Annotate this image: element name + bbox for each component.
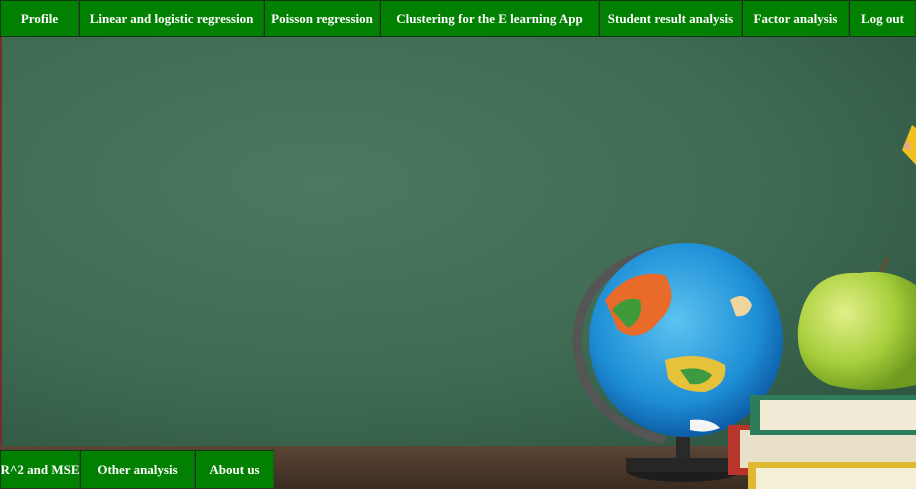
nav-other-analysis[interactable]: Other analysis <box>80 450 195 488</box>
books-stack <box>728 395 916 489</box>
nav-student-result-analysis[interactable]: Student result analysis <box>599 0 742 37</box>
nav-linear-logistic-regression[interactable]: Linear and logistic regression <box>79 0 264 37</box>
top-navigation-bar: Profile Linear and logistic regression P… <box>0 0 916 37</box>
nav-log-out[interactable]: Log out <box>849 0 916 37</box>
bottom-navigation-bar: R^2 and MSE Other analysis About us <box>0 450 274 488</box>
nav-clustering-e-learning[interactable]: Clustering for the E learning App <box>380 0 599 37</box>
chalkboard <box>0 37 916 450</box>
background-image <box>0 37 916 489</box>
nav-factor-analysis[interactable]: Factor analysis <box>742 0 849 37</box>
left-edge-line <box>0 37 2 450</box>
nav-profile[interactable]: Profile <box>0 0 79 37</box>
nav-r2-mse[interactable]: R^2 and MSE <box>0 450 80 488</box>
nav-poisson-regression[interactable]: Poisson regression <box>264 0 380 37</box>
nav-about-us[interactable]: About us <box>195 450 274 488</box>
